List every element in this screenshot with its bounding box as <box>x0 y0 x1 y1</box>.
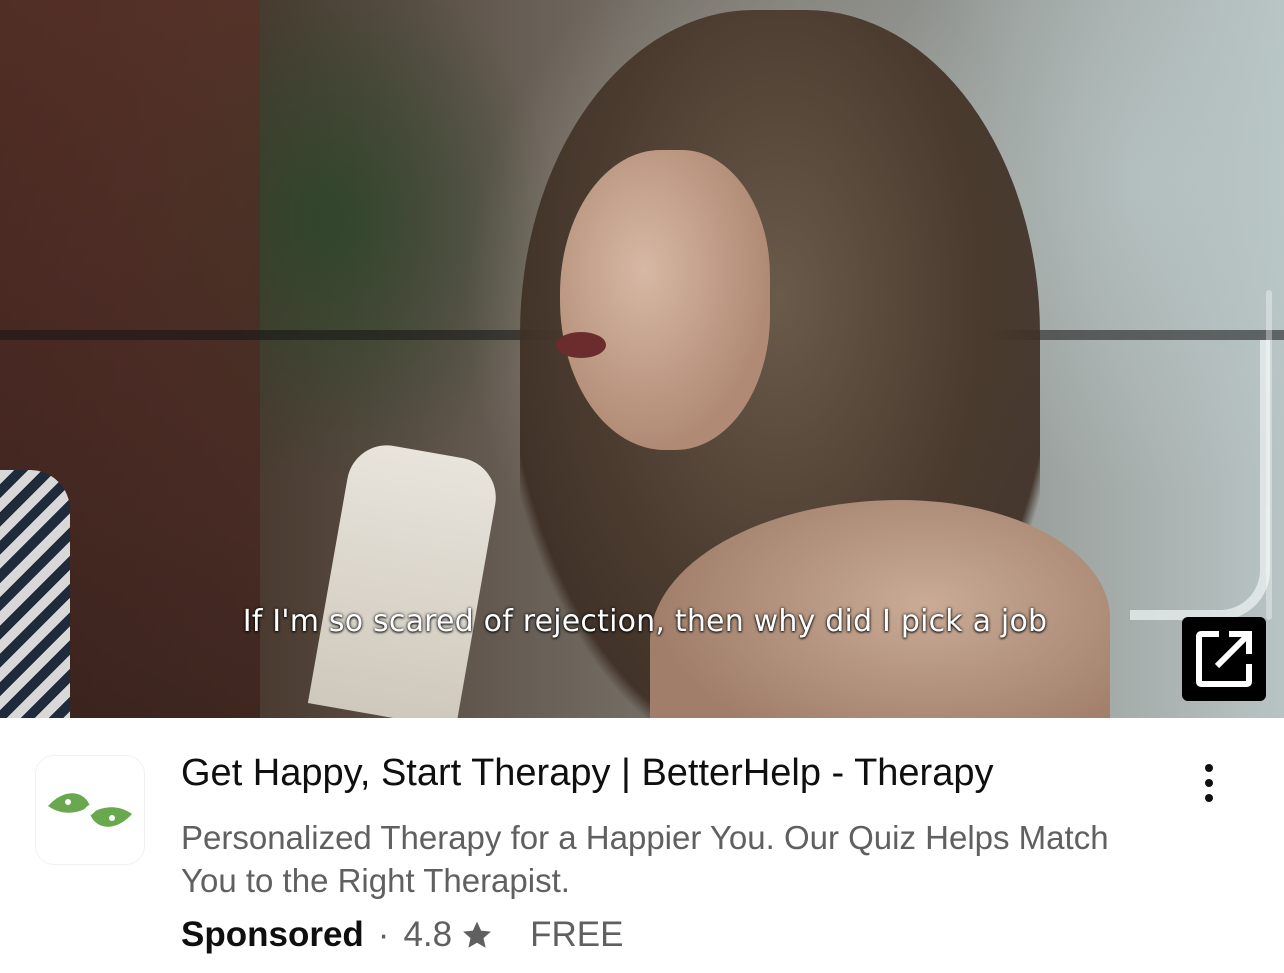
ad-title[interactable]: Get Happy, Start Therapy | BetterHelp - … <box>181 752 1171 795</box>
scrollbar[interactable] <box>1266 290 1272 620</box>
woman-face <box>560 150 770 450</box>
open-in-new-button[interactable] <box>1182 617 1266 701</box>
white-garment <box>307 439 503 718</box>
meta-separator: · <box>377 915 390 954</box>
rating-value: 4.8 <box>403 915 453 954</box>
video-subtitle: If I'm so scared of rejection, then why … <box>242 604 1048 639</box>
striped-garment <box>0 470 70 718</box>
ad-description: Personalized Therapy for a Happier You. … <box>181 819 1109 899</box>
ad-meta-row: Sponsored · 4.8 FREE <box>181 912 623 958</box>
price-label: FREE <box>530 915 624 954</box>
betterhelp-leaf-logo <box>48 791 132 829</box>
advertiser-logo[interactable] <box>36 756 144 864</box>
ad-video-player[interactable]: If I'm so scared of rejection, then why … <box>0 0 1284 718</box>
more-vert-icon[interactable] <box>1188 758 1230 808</box>
star-icon <box>460 918 494 952</box>
hanger-shape <box>1130 340 1270 620</box>
woman-mouth <box>556 332 606 358</box>
open-in-new-icon <box>1196 631 1252 687</box>
sponsored-label: Sponsored <box>181 915 364 954</box>
